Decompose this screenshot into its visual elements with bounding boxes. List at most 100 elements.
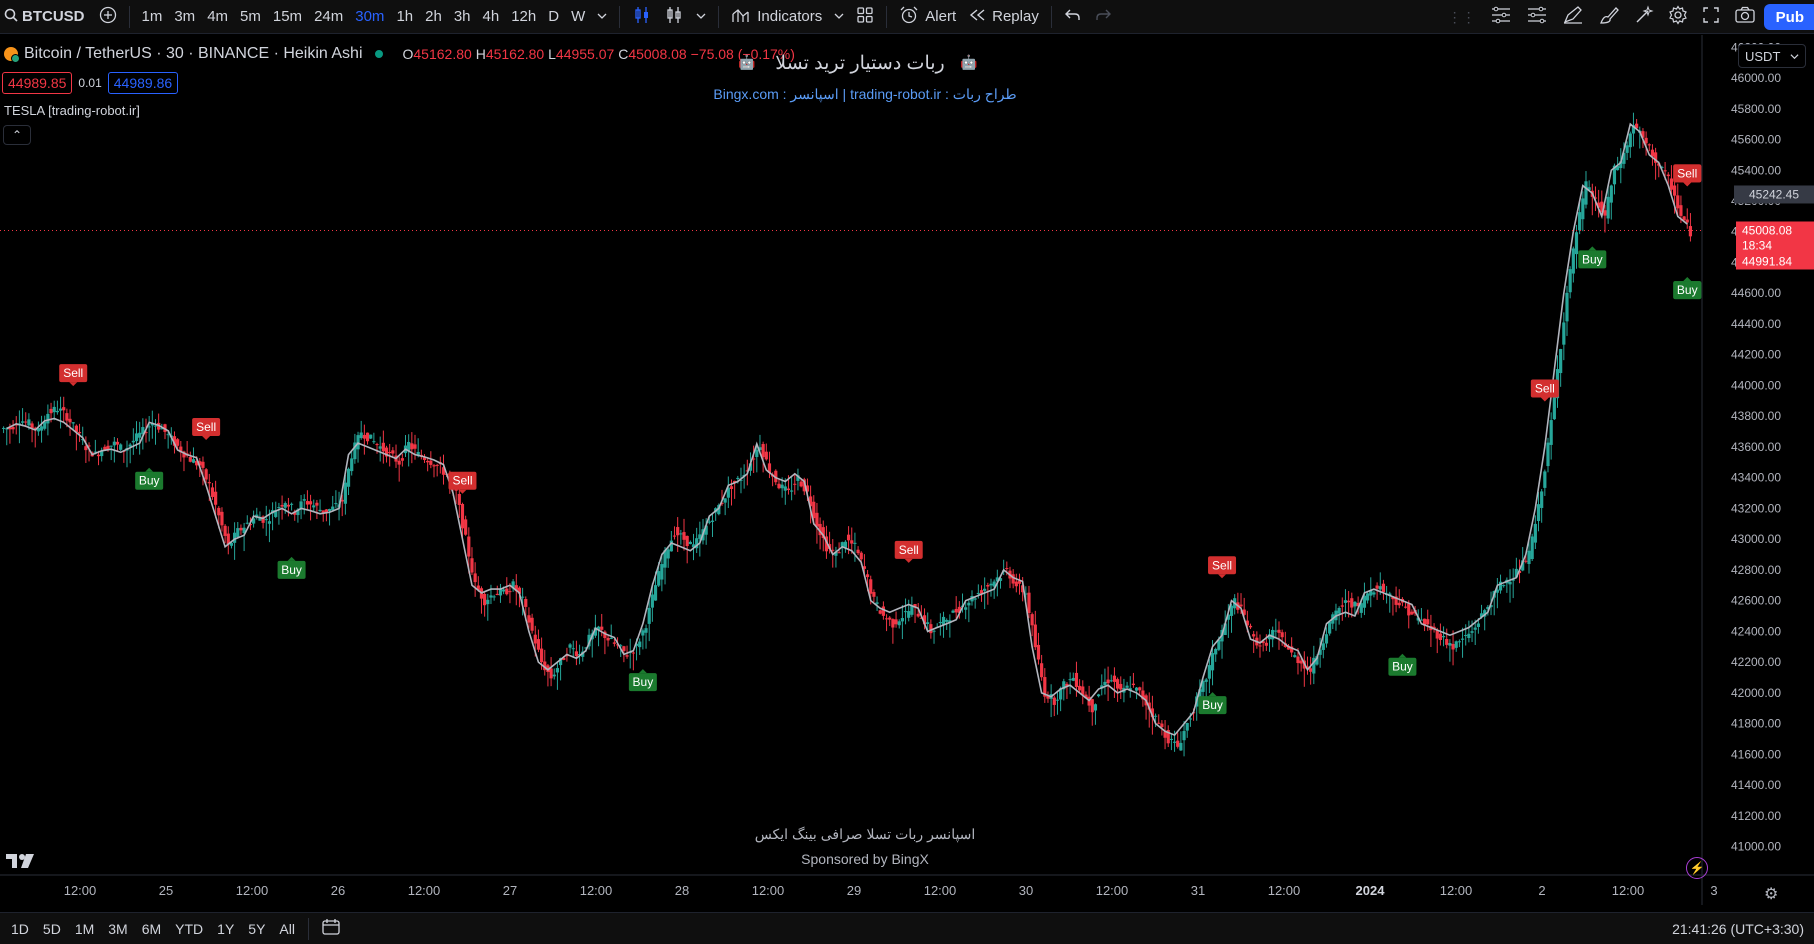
gear-icon[interactable]: ⚙	[1764, 884, 1778, 904]
templates-button[interactable]	[850, 4, 880, 30]
interval-12h[interactable]: 12h	[505, 4, 542, 30]
candle-body	[707, 521, 711, 523]
candle-body	[1309, 668, 1313, 672]
interval-5m[interactable]: 5m	[234, 4, 267, 30]
interval-4h[interactable]: 4h	[477, 4, 506, 30]
low-label: L	[548, 46, 556, 62]
chart-type-dropdown[interactable]	[690, 4, 712, 30]
clock-timezone[interactable]: 21:41:26 (UTC+3:30)	[1672, 921, 1804, 937]
watchlist-button[interactable]	[1520, 4, 1554, 30]
candle-body	[362, 434, 366, 439]
settings-button[interactable]	[1662, 4, 1694, 30]
candle-body	[1647, 144, 1651, 146]
indicators-button[interactable]: Indicators	[725, 4, 828, 30]
candle-body	[723, 498, 727, 503]
search-icon	[4, 8, 18, 26]
interval-15m[interactable]: 15m	[267, 4, 308, 30]
interval-d[interactable]: D	[542, 4, 565, 30]
candle-body	[264, 519, 268, 521]
candle-body	[49, 408, 53, 414]
candle-body	[1093, 704, 1098, 711]
open-value: 45162.80	[413, 46, 472, 62]
time-tick-label: 12:00	[408, 883, 441, 898]
goto-date-button[interactable]	[315, 916, 347, 942]
candle-body	[777, 483, 781, 489]
interval-2h[interactable]: 2h	[419, 4, 448, 30]
replay-label: Replay	[992, 8, 1039, 25]
object-tree-button[interactable]	[1484, 4, 1518, 30]
range-6m[interactable]: 6M	[135, 921, 168, 937]
range-1y[interactable]: 1Y	[210, 921, 241, 937]
candle-body	[1119, 683, 1123, 690]
range-all[interactable]: All	[272, 921, 302, 937]
top-toolbar: BTCUSD 1m 3m 4m 5m 15m 24m 30m 1h 2h 3h 4h 12h D W In…	[0, 0, 1814, 34]
spread-value: 0.01	[78, 76, 102, 90]
compare-add-button[interactable]	[93, 4, 123, 30]
candle-body	[327, 508, 332, 511]
range-1m[interactable]: 1M	[68, 921, 101, 937]
candle-body	[397, 460, 401, 465]
indicators-dropdown[interactable]	[828, 4, 850, 30]
candle-body	[790, 490, 794, 492]
candle-body	[1052, 697, 1056, 705]
price-chart[interactable]: 46200.0046000.0045800.0045600.0045400.00…	[0, 35, 1814, 905]
range-1d[interactable]: 1D	[4, 921, 36, 937]
legend-title[interactable]: Bitcoin / TetherUS · 30 · BINANCE · Heik…	[24, 45, 363, 63]
redo-button[interactable]	[1088, 4, 1118, 30]
candle-body	[1090, 699, 1094, 713]
replay-button[interactable]: Replay	[962, 4, 1045, 30]
range-ytd[interactable]: YTD	[168, 921, 210, 937]
symbol-search[interactable]: BTCUSD	[0, 8, 93, 26]
range-3m[interactable]: 3M	[101, 921, 134, 937]
undo-button[interactable]	[1058, 4, 1088, 30]
interval-24m[interactable]: 24m	[308, 4, 349, 30]
candle-body	[429, 460, 433, 465]
candle-body	[1353, 601, 1357, 607]
candle-body	[1296, 656, 1300, 664]
candle-body	[1609, 185, 1613, 203]
chart-type-button[interactable]	[658, 4, 690, 30]
magic-tool-button[interactable]	[1628, 4, 1660, 30]
bar-style-button[interactable]	[626, 4, 658, 30]
undo-icon	[1064, 7, 1082, 27]
candle-body	[524, 598, 528, 607]
tradingview-logo-icon[interactable]	[6, 850, 38, 876]
lightning-icon[interactable]: ⚡	[1686, 857, 1708, 879]
range-5d[interactable]: 5D	[36, 921, 68, 937]
screenshot-button[interactable]	[1728, 4, 1762, 30]
interval-w[interactable]: W	[565, 4, 591, 30]
fullscreen-button[interactable]	[1696, 4, 1726, 30]
indicator-label[interactable]: TESLA [trading-robot.ir]	[4, 103, 140, 118]
interval-4m[interactable]: 4m	[201, 4, 234, 30]
candle-body	[1540, 491, 1544, 508]
candle-body	[600, 626, 604, 630]
candle-body	[552, 674, 556, 677]
interval-1m[interactable]: 1m	[136, 4, 169, 30]
alert-button[interactable]: Alert	[893, 4, 962, 30]
interval-3h[interactable]: 3h	[448, 4, 477, 30]
collapse-legend-button[interactable]: ⌃	[3, 125, 31, 145]
buy-price-button[interactable]: 44989.86	[107, 72, 179, 94]
interval-dropdown[interactable]	[591, 4, 613, 30]
candle-body	[283, 503, 287, 508]
chart-pane[interactable]: 46200.0046000.0045800.0045600.0045400.00…	[0, 35, 1814, 905]
candle-body	[109, 445, 113, 447]
interval-30m[interactable]: 30m	[349, 4, 390, 30]
sell-price-button[interactable]: 44989.85	[2, 72, 73, 94]
drag-handle-icon[interactable]: ⋮⋮	[1442, 9, 1482, 26]
brush-icon	[1598, 5, 1620, 29]
interval-3m[interactable]: 3m	[168, 4, 201, 30]
range-5y[interactable]: 5Y	[241, 921, 272, 937]
candle-body	[46, 413, 50, 424]
candle-body	[381, 442, 385, 452]
brush-tool-button[interactable]	[1592, 4, 1626, 30]
drawing-tool-button[interactable]	[1556, 4, 1590, 30]
candle-body	[1207, 665, 1211, 679]
candle-body	[549, 668, 553, 679]
candle-body	[1210, 653, 1215, 671]
currency-selector[interactable]: USDT	[1738, 44, 1806, 68]
settings-list-icon	[1526, 6, 1548, 28]
interval-1h[interactable]: 1h	[390, 4, 419, 30]
candle-body	[391, 450, 395, 454]
publish-button[interactable]: Pub	[1763, 4, 1814, 30]
